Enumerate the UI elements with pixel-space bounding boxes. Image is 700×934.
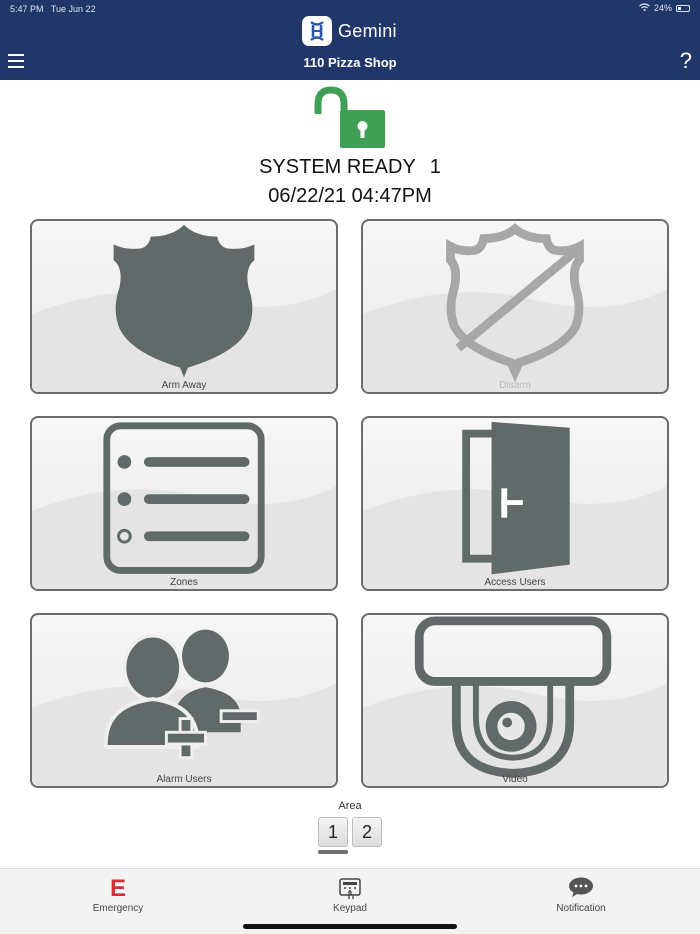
app-header: 5:47 PM Tue Jun 22 24% Gemini 110 Pizza … [0, 0, 700, 80]
site-name: 110 Pizza Shop [303, 55, 397, 70]
status-indicators: 24% [639, 3, 690, 13]
video-button[interactable]: Video [361, 613, 669, 788]
wifi-icon [639, 3, 650, 13]
arm-away-button[interactable]: Arm Away [30, 219, 338, 394]
hamburger-menu-icon[interactable] [8, 52, 24, 70]
gemini-logo-icon [302, 16, 332, 46]
users-add-remove-icon [103, 629, 260, 760]
zones-button[interactable]: Zones [30, 416, 338, 591]
tile-label: Zones [170, 577, 198, 588]
clock: 5:47 PM [10, 4, 44, 14]
system-status: SYSTEM READY 1 [0, 156, 700, 179]
app-brand: Gemini [302, 16, 397, 46]
selected-area-indicator [318, 850, 348, 854]
access-users-button[interactable]: Access Users [361, 416, 669, 591]
status-date: Tue Jun 22 [50, 4, 96, 14]
emergency-icon: E [109, 875, 126, 902]
tile-label: Disarm [499, 380, 531, 391]
alarm-users-button[interactable]: Alarm Users [30, 613, 338, 788]
notification-label: Notification [556, 903, 606, 914]
dome-camera-icon [414, 616, 612, 778]
system-datetime: 06/22/21 04:47PM [268, 185, 432, 207]
battery-icon [676, 4, 690, 12]
chat-bubble-icon [521, 877, 641, 901]
area-2-button[interactable]: 2 [352, 817, 382, 847]
tile-label: Arm Away [161, 380, 207, 391]
zones-list-icon [103, 422, 265, 574]
keypad-label: Keypad [333, 903, 367, 914]
area-1-button[interactable]: 1 [318, 817, 348, 847]
disarm-button[interactable]: Disarm [361, 219, 669, 394]
keypad-tab[interactable]: Keypad [290, 877, 410, 914]
area-label: Area [338, 800, 362, 812]
emergency-label: Emergency [92, 903, 144, 914]
tile-label: Video [502, 774, 528, 785]
home-indicator[interactable] [243, 924, 457, 929]
unlocked-padlock-icon [312, 86, 388, 150]
tile-label: Access Users [484, 577, 546, 588]
system-area-number: 1 [429, 156, 441, 178]
help-button[interactable]: ? [680, 48, 692, 74]
status-time: 5:47 PM Tue Jun 22 [10, 4, 96, 14]
disarm-shield-icon [446, 223, 585, 383]
tile-label: Alarm Users [156, 774, 212, 785]
system-status-text: SYSTEM READY [259, 156, 416, 178]
battery-percent: 24% [653, 3, 672, 13]
open-door-icon [462, 421, 570, 575]
keypad-icon [290, 877, 410, 901]
emergency-tab[interactable]: E Emergency [58, 875, 178, 915]
app-name: Gemini [338, 20, 397, 41]
notification-tab[interactable]: Notification [521, 877, 641, 914]
police-shield-icon [113, 224, 255, 378]
